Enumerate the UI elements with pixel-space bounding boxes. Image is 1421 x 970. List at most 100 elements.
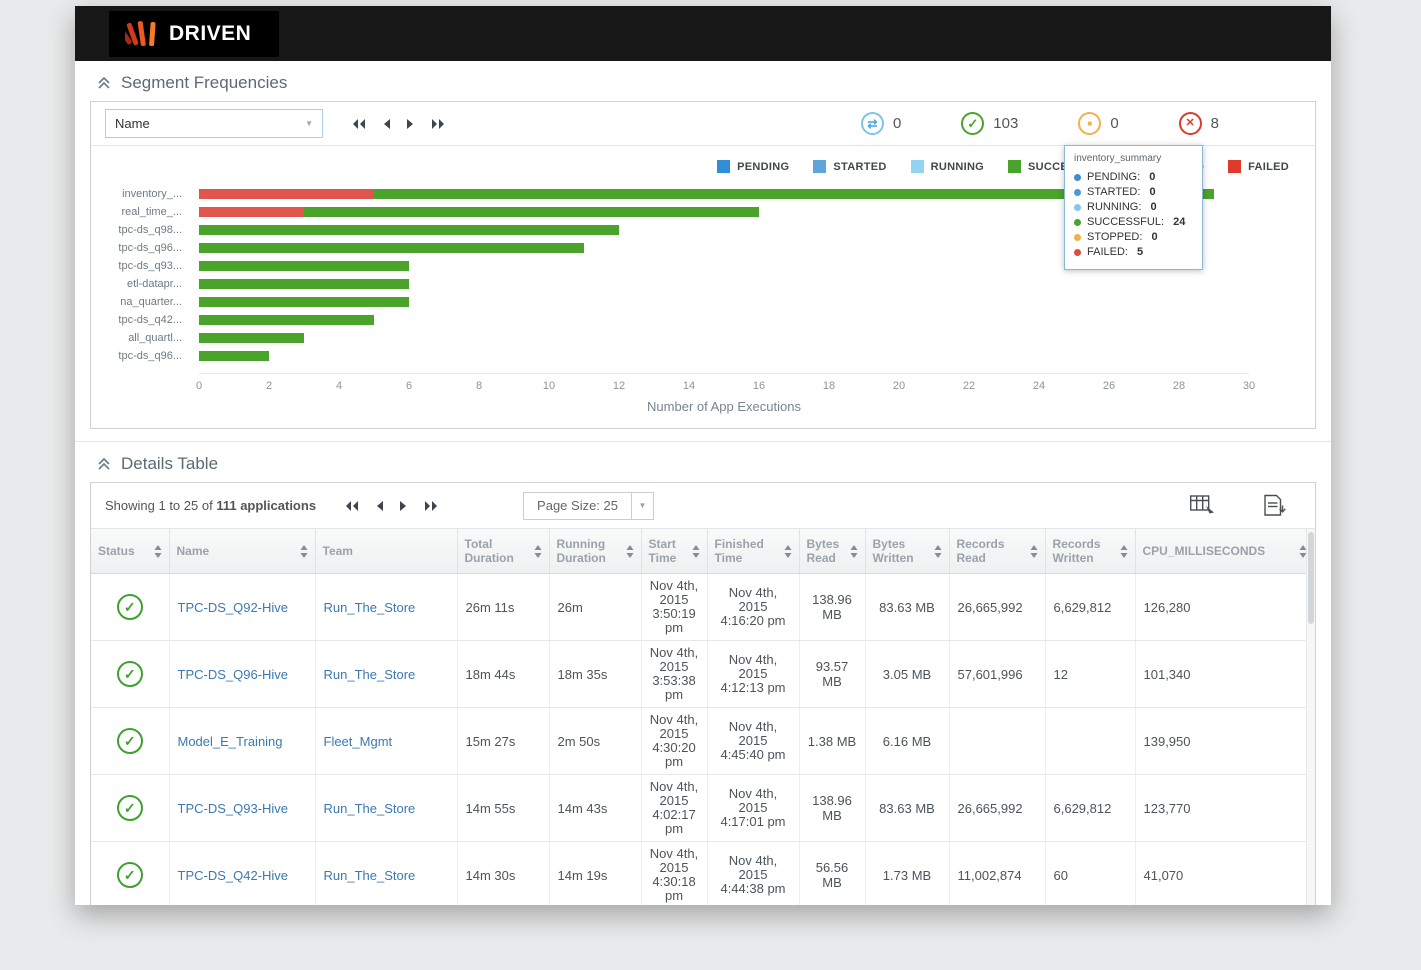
x-tick-label: 24: [1033, 380, 1045, 392]
bar-segment-failed: [199, 207, 304, 217]
sort-icon[interactable]: [1030, 545, 1038, 558]
refresh-icon: ⇄: [861, 112, 884, 135]
cell-status: ✓: [91, 708, 169, 775]
legend-item-started[interactable]: STARTED: [813, 160, 886, 173]
prev-page-button[interactable]: [375, 500, 384, 512]
column-header-bytes_read[interactable]: Bytes Read: [799, 529, 865, 574]
table-scrollbar[interactable]: [1306, 529, 1315, 905]
next-page-button[interactable]: [406, 118, 415, 130]
cell-total_duration: 14m 55s: [457, 775, 549, 842]
chevron-down-icon[interactable]: ▼: [632, 492, 654, 520]
last-page-button[interactable]: [423, 500, 439, 512]
column-header-cpu_milliseconds[interactable]: CPU_MILLISECONDS: [1135, 529, 1315, 574]
sort-icon[interactable]: [154, 545, 162, 558]
column-header-name[interactable]: Name: [169, 529, 315, 574]
cell-cpu_milliseconds: 123,770: [1135, 775, 1315, 842]
chart-category-label: inventory_...: [91, 188, 199, 200]
sort-icon[interactable]: [850, 545, 858, 558]
column-header-records_read[interactable]: Records Read: [949, 529, 1045, 574]
chart-bar[interactable]: [199, 351, 1249, 361]
sort-icon[interactable]: [534, 545, 542, 558]
team-link[interactable]: Fleet_Mgmt: [324, 734, 393, 749]
legend-item-failed[interactable]: FAILED: [1228, 160, 1289, 173]
cell-status: ✓: [91, 641, 169, 708]
name-filter-select[interactable]: Name ▼: [105, 109, 323, 138]
cell-running_duration: 26m: [549, 574, 641, 641]
status-dot: [1074, 249, 1081, 256]
x-axis: 024681012141618202224262830: [199, 373, 1249, 397]
top-bar: DRIVEN: [75, 6, 1331, 61]
column-header-running_duration[interactable]: Running Duration: [549, 529, 641, 574]
failed-counter[interactable]: ✕ 8: [1179, 112, 1219, 135]
column-header-records_written[interactable]: Records Written: [1045, 529, 1135, 574]
column-header-finished_time[interactable]: Finished Time: [707, 529, 799, 574]
column-header-start_time[interactable]: Start Time: [641, 529, 707, 574]
successful-counter[interactable]: ✓ 103: [961, 112, 1018, 135]
x-tick-label: 16: [753, 380, 765, 392]
first-page-button[interactable]: [351, 118, 367, 130]
cell-team: Run_The_Store: [315, 842, 457, 906]
column-header-status[interactable]: Status: [91, 529, 169, 574]
tooltip-value: 5: [1137, 245, 1143, 260]
page-size-control: Page Size: 25 ▼: [523, 492, 654, 520]
chart-bar[interactable]: [199, 297, 1249, 307]
chart-bar[interactable]: [199, 315, 1249, 325]
sort-icon[interactable]: [784, 545, 792, 558]
bar-segment-successful: [199, 243, 584, 253]
pending-counter[interactable]: ⇄ 0: [861, 112, 901, 135]
legend-item-running[interactable]: RUNNING: [911, 160, 984, 173]
export-table-icon[interactable]: [1189, 493, 1216, 518]
column-header-team[interactable]: Team: [315, 529, 457, 574]
legend-label: FAILED: [1248, 161, 1289, 173]
legend-swatch: [1008, 160, 1021, 173]
tooltip-value: 24: [1173, 215, 1185, 230]
cell-records_written: 6,629,812: [1045, 775, 1135, 842]
table-row: ✓Model_E_TrainingFleet_Mgmt15m 27s2m 50s…: [91, 708, 1315, 775]
cell-start_time: Nov 4th, 2015 3:53:38 pm: [641, 641, 707, 708]
prev-page-button[interactable]: [382, 118, 391, 130]
last-page-button[interactable]: [430, 118, 446, 130]
status-counters: ⇄ 0 ✓ 103 ■ 0 ✕ 8: [861, 112, 1301, 135]
export-report-icon[interactable]: [1262, 493, 1287, 518]
team-link[interactable]: Run_The_Store: [324, 667, 416, 682]
next-page-button[interactable]: [399, 500, 408, 512]
chart-bar[interactable]: [199, 279, 1249, 289]
chart-category-label: tpc-ds_q96...: [91, 242, 199, 254]
stopped-counter[interactable]: ■ 0: [1078, 112, 1118, 135]
sort-icon[interactable]: [300, 545, 308, 558]
tooltip-label: STOPPED:: [1087, 230, 1145, 245]
column-header-bytes_written[interactable]: Bytes Written: [865, 529, 949, 574]
column-header-total_duration[interactable]: Total Duration: [457, 529, 549, 574]
cell-team: Run_The_Store: [315, 775, 457, 842]
chart-bar[interactable]: [199, 333, 1249, 343]
team-link[interactable]: Run_The_Store: [324, 868, 416, 883]
cell-name: Model_E_Training: [169, 708, 315, 775]
name-link[interactable]: Model_E_Training: [178, 734, 283, 749]
legend-swatch: [1228, 160, 1241, 173]
table-row: ✓TPC-DS_Q92-HiveRun_The_Store26m 11s26mN…: [91, 574, 1315, 641]
name-link[interactable]: TPC-DS_Q42-Hive: [178, 868, 289, 883]
cell-bytes_written: 3.05 MB: [865, 641, 949, 708]
success-status-icon: ✓: [117, 594, 143, 620]
sort-icon[interactable]: [934, 545, 942, 558]
legend-item-pending[interactable]: PENDING: [717, 160, 789, 173]
page-size-select[interactable]: Page Size: 25: [523, 492, 632, 520]
name-link[interactable]: TPC-DS_Q92-Hive: [178, 600, 289, 615]
logo-text: DRIVEN: [169, 22, 251, 46]
collapse-icon[interactable]: [97, 76, 111, 90]
cell-bytes_read: 138.96 MB: [799, 775, 865, 842]
team-link[interactable]: Run_The_Store: [324, 600, 416, 615]
collapse-icon[interactable]: [97, 457, 111, 471]
sort-icon[interactable]: [692, 545, 700, 558]
driven-logo[interactable]: DRIVEN: [109, 11, 279, 57]
first-page-button[interactable]: [344, 500, 360, 512]
team-link[interactable]: Run_The_Store: [324, 801, 416, 816]
scrollbar-thumb[interactable]: [1308, 532, 1314, 624]
success-status-icon: ✓: [117, 661, 143, 687]
sort-icon[interactable]: [626, 545, 634, 558]
cell-cpu_milliseconds: 139,950: [1135, 708, 1315, 775]
name-link[interactable]: TPC-DS_Q96-Hive: [178, 667, 289, 682]
cell-team: Run_The_Store: [315, 574, 457, 641]
sort-icon[interactable]: [1120, 545, 1128, 558]
name-link[interactable]: TPC-DS_Q93-Hive: [178, 801, 289, 816]
